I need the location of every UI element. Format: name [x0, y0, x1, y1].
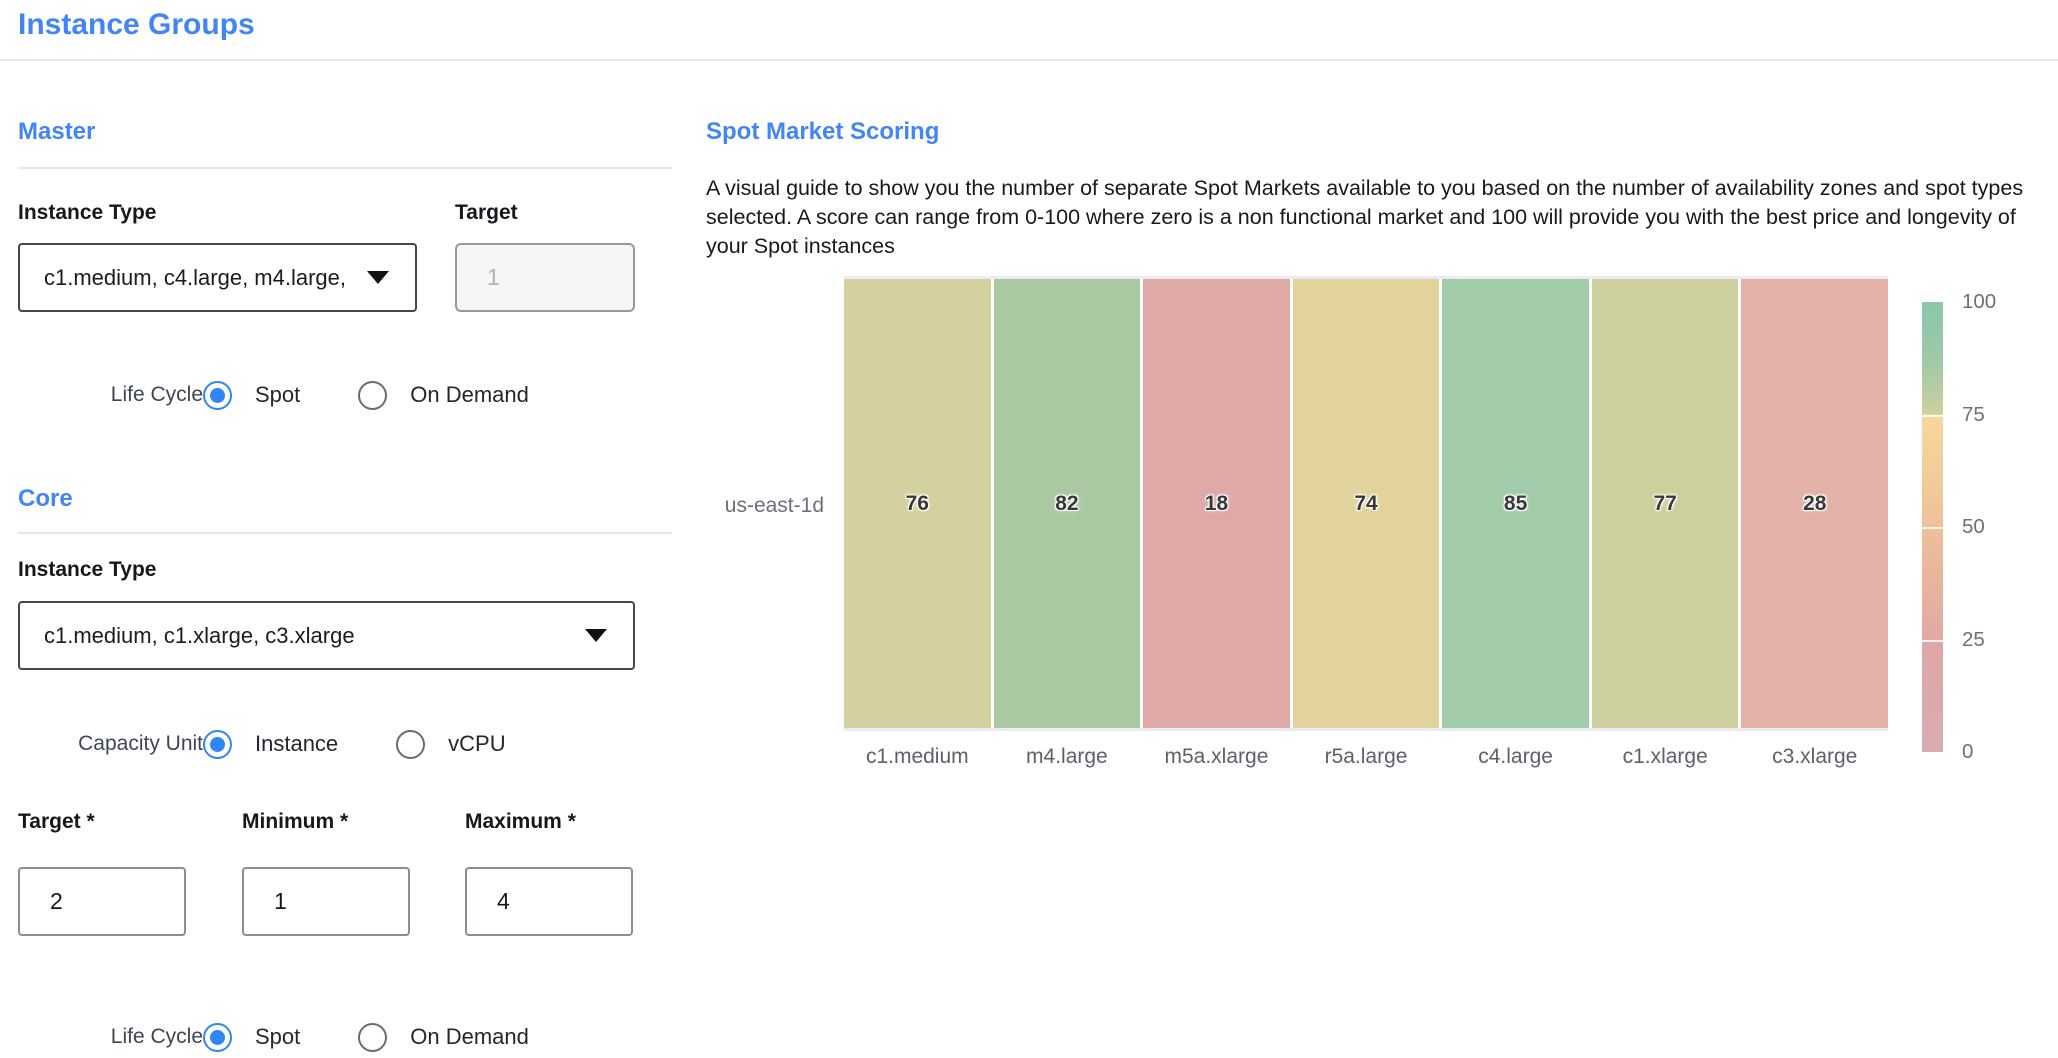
core-vcpu-label: vCPU: [448, 731, 505, 757]
radio-selected-icon[interactable]: [203, 730, 232, 759]
heatmap-cell: 77: [1592, 279, 1739, 728]
header-divider: [0, 59, 2058, 61]
master-instance-type-value: c1.medium, c4.large, m4.large, ...: [44, 265, 353, 291]
radio-selected-icon[interactable]: [203, 1023, 232, 1052]
core-life-cycle-option-ondemand[interactable]: On Demand: [358, 1023, 529, 1052]
colorbar-divider: [1922, 640, 1943, 642]
heatmap-cell: 28: [1741, 279, 1888, 728]
heatmap-cell-value: 77: [1654, 492, 1677, 516]
core-instance-type-label: Instance Type: [18, 558, 157, 582]
radio-unselected-icon[interactable]: [358, 381, 387, 410]
core-minimum-value: 1: [274, 888, 287, 915]
core-section-heading: Core: [18, 485, 73, 513]
heatmap-cell: 74: [1293, 279, 1440, 728]
radio-unselected-icon[interactable]: [358, 1023, 387, 1052]
core-section-divider: [18, 532, 672, 534]
heatmap-column-label: c1.medium: [844, 745, 991, 769]
master-section-divider: [18, 167, 672, 169]
core-life-cycle-option-spot[interactable]: Spot: [203, 1023, 300, 1052]
master-ondemand-label: On Demand: [410, 382, 529, 408]
heatmap-cell-value: 28: [1803, 492, 1826, 516]
colorbar-tick-100: 100: [1962, 290, 2022, 314]
colorbar-divider: [1922, 527, 1943, 529]
heatmap-column-label: c3.xlarge: [1741, 745, 1888, 769]
heatmap-cell: 82: [994, 279, 1141, 728]
radio-selected-icon[interactable]: [203, 381, 232, 410]
core-target-label: Target *: [18, 810, 95, 834]
heatmap-colorbar: [1922, 302, 1943, 752]
master-life-cycle-option-spot[interactable]: Spot: [203, 381, 300, 410]
core-capacity-unit-label: Capacity Unit: [18, 732, 203, 756]
core-maximum-input[interactable]: 4: [465, 867, 633, 936]
spot-market-heatmap: 76 82 18 74 85 77 28: [844, 276, 1888, 731]
core-capacity-option-vcpu[interactable]: vCPU: [396, 730, 505, 759]
core-maximum-label: Maximum *: [465, 810, 576, 834]
master-target-label: Target: [455, 201, 518, 225]
heatmap-cell: 18: [1143, 279, 1290, 728]
colorbar-divider: [1922, 415, 1943, 417]
master-spot-label: Spot: [255, 382, 300, 408]
core-capacity-unit-row: Capacity Unit Instance vCPU: [18, 728, 506, 760]
colorbar-tick-75: 75: [1962, 403, 2022, 427]
master-life-cycle-label: Life Cycle: [18, 383, 203, 407]
heatmap-cell-value: 74: [1354, 492, 1377, 516]
heatmap-cell-value: 85: [1504, 492, 1527, 516]
heatmap-column-label: m5a.xlarge: [1143, 745, 1290, 769]
heatmap-cell-value: 18: [1205, 492, 1228, 516]
core-maximum-value: 4: [497, 888, 510, 915]
master-target-input[interactable]: 1: [455, 243, 635, 312]
core-minimum-input[interactable]: 1: [242, 867, 410, 936]
heatmap-cell-value: 76: [906, 492, 929, 516]
master-life-cycle-option-ondemand[interactable]: On Demand: [358, 381, 529, 410]
core-target-value: 2: [50, 888, 63, 915]
heatmap-cell-value: 82: [1055, 492, 1078, 516]
master-section-heading: Master: [18, 118, 95, 146]
heatmap-column-label: m4.large: [994, 745, 1141, 769]
core-capacity-option-instance[interactable]: Instance: [203, 730, 338, 759]
core-life-cycle-row: Life Cycle Spot On Demand: [18, 1021, 529, 1053]
master-life-cycle-row: Life Cycle Spot On Demand: [18, 379, 529, 411]
core-spot-label: Spot: [255, 1024, 300, 1050]
chevron-down-icon: [585, 629, 607, 642]
core-instance-type-select[interactable]: c1.medium, c1.xlarge, c3.xlarge: [18, 601, 635, 670]
core-ondemand-label: On Demand: [410, 1024, 529, 1050]
heatmap-column-label: r5a.large: [1293, 745, 1440, 769]
master-instance-type-select[interactable]: c1.medium, c4.large, m4.large, ...: [18, 243, 417, 312]
spot-market-scoring-description: A visual guide to show you the number of…: [706, 174, 2040, 261]
chevron-down-icon: [367, 271, 389, 284]
core-target-input[interactable]: 2: [18, 867, 186, 936]
instance-groups-page: Instance Groups Master Instance Type Tar…: [0, 0, 2058, 1058]
core-minimum-label: Minimum *: [242, 810, 348, 834]
master-target-value: 1: [487, 264, 500, 291]
colorbar-tick-25: 25: [1962, 628, 2022, 652]
core-instance-type-value: c1.medium, c1.xlarge, c3.xlarge: [44, 623, 355, 649]
page-title: Instance Groups: [18, 8, 255, 42]
radio-unselected-icon[interactable]: [396, 730, 425, 759]
heatmap-row-label: us-east-1d: [688, 494, 824, 518]
heatmap-column-label: c4.large: [1442, 745, 1589, 769]
core-instance-label: Instance: [255, 731, 338, 757]
heatmap-cell: 76: [844, 279, 991, 728]
master-instance-type-label: Instance Type: [18, 201, 157, 225]
heatmap-column-label: c1.xlarge: [1592, 745, 1739, 769]
heatmap-cell: 85: [1442, 279, 1589, 728]
colorbar-tick-0: 0: [1962, 740, 2022, 764]
spot-market-scoring-heading: Spot Market Scoring: [706, 118, 939, 146]
core-life-cycle-label: Life Cycle: [18, 1025, 203, 1049]
heatmap-column-labels: c1.medium m4.large m5a.xlarge r5a.large …: [844, 745, 1888, 769]
colorbar-tick-50: 50: [1962, 515, 2022, 539]
